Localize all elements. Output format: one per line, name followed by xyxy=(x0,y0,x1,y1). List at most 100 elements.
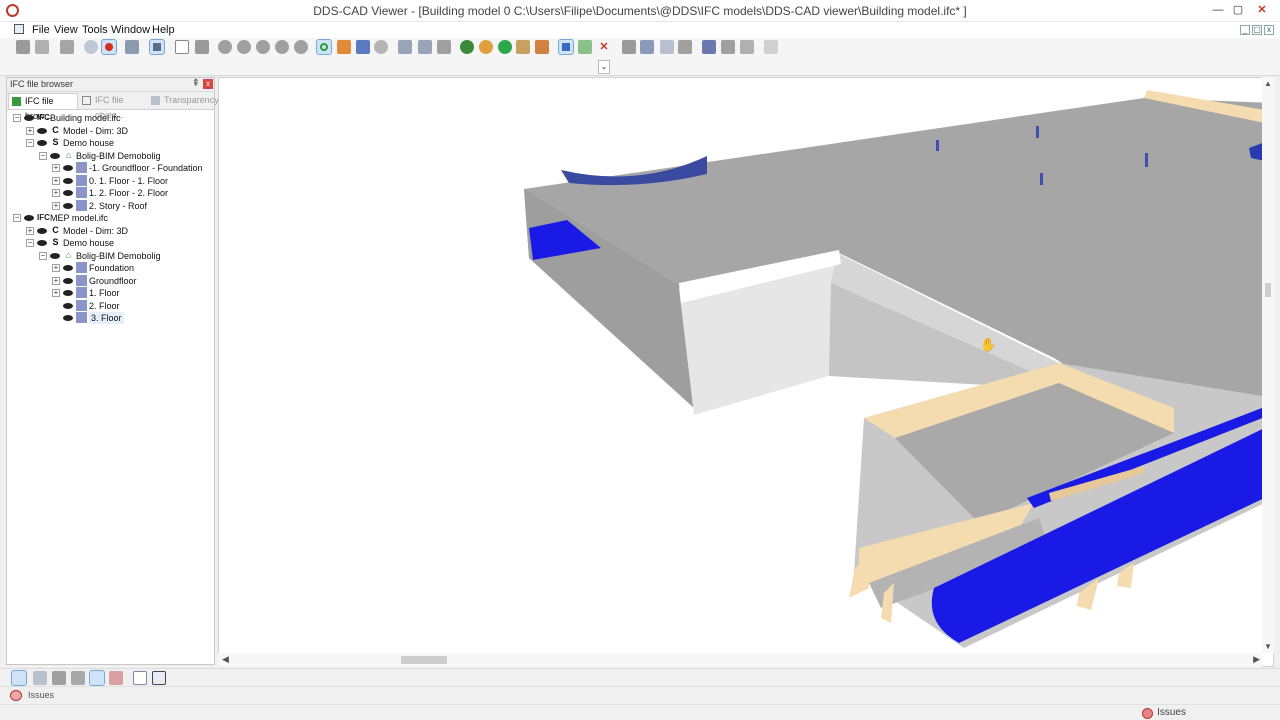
tree-view-icon[interactable] xyxy=(11,670,27,686)
expand-icon[interactable]: + xyxy=(52,264,60,272)
diagram-icon[interactable] xyxy=(109,671,123,685)
menu-tools[interactable]: Tools xyxy=(82,24,108,36)
eye-icon[interactable] xyxy=(24,215,34,221)
globe-icon[interactable] xyxy=(460,40,474,54)
cut-icon[interactable] xyxy=(578,40,592,54)
view-front-icon[interactable] xyxy=(237,40,251,54)
search-icon[interactable] xyxy=(374,40,388,54)
table-icon[interactable] xyxy=(721,40,735,54)
view-iso-icon[interactable] xyxy=(275,40,289,54)
eye-icon[interactable] xyxy=(63,203,73,209)
close-window-button[interactable]: ✕ xyxy=(1250,0,1274,20)
eye-icon[interactable] xyxy=(63,165,73,171)
document-icon[interactable] xyxy=(14,24,24,34)
panel-close-button[interactable]: x xyxy=(203,79,213,89)
refresh-icon[interactable] xyxy=(316,39,332,55)
mdi-minimize-button[interactable]: _ xyxy=(1240,25,1250,35)
expand-icon[interactable]: + xyxy=(26,227,34,235)
eye-icon[interactable] xyxy=(63,265,73,271)
fly-icon[interactable] xyxy=(356,40,370,54)
expand-icon[interactable]: + xyxy=(52,177,60,185)
scroll-up-icon[interactable]: ▲ xyxy=(1264,79,1272,88)
camera-icon[interactable] xyxy=(622,40,636,54)
pin-icon[interactable]: ⇞ xyxy=(192,78,200,89)
collapse-icon[interactable]: − xyxy=(26,139,34,147)
vertical-scroll-thumb[interactable] xyxy=(1265,283,1271,297)
view-side-icon[interactable] xyxy=(256,40,270,54)
collapse-icon[interactable]: − xyxy=(39,152,47,160)
scroll-right-icon[interactable]: ▶ xyxy=(1253,654,1260,665)
eye-icon[interactable] xyxy=(50,253,60,259)
zoom-window-icon[interactable] xyxy=(125,40,139,54)
section-icon[interactable] xyxy=(437,40,451,54)
collapse-icon[interactable]: − xyxy=(13,214,21,222)
dimension-icon[interactable] xyxy=(418,40,432,54)
menu-window[interactable]: Window xyxy=(111,24,150,36)
menu-help[interactable]: Help xyxy=(152,24,175,36)
maximize-button[interactable]: ▢ xyxy=(1226,0,1250,20)
open-icon[interactable] xyxy=(16,40,30,54)
record-icon[interactable] xyxy=(101,39,117,55)
save-icon[interactable] xyxy=(35,40,49,54)
expand-icon[interactable]: + xyxy=(52,289,60,297)
walk-icon[interactable] xyxy=(337,40,351,54)
eye-icon[interactable] xyxy=(37,128,47,134)
chevron-down-icon[interactable]: ⌄ xyxy=(598,60,610,74)
view-solid-icon[interactable] xyxy=(195,40,209,54)
properties-icon[interactable] xyxy=(535,40,549,54)
eye-icon[interactable] xyxy=(63,303,73,309)
filter-icon[interactable] xyxy=(71,671,85,685)
scroll-down-icon[interactable]: ▼ xyxy=(1264,642,1272,651)
expand-icon[interactable]: + xyxy=(52,189,60,197)
horizontal-scrollbar[interactable]: ◀ ▶ xyxy=(218,653,1262,667)
mdi-close-button[interactable]: x xyxy=(1264,25,1274,35)
box-view-icon[interactable] xyxy=(52,671,66,685)
select-mode-icon[interactable] xyxy=(149,39,165,55)
view-frame-icon[interactable] xyxy=(175,40,189,54)
tab-ifc-file-objects[interactable]: IFC file objec... xyxy=(79,93,147,120)
close-view-icon[interactable] xyxy=(152,671,166,685)
measure-icon[interactable] xyxy=(398,40,412,54)
scroll-left-icon[interactable]: ◀ xyxy=(222,654,229,665)
expand-icon[interactable]: + xyxy=(52,202,60,210)
chart-icon[interactable] xyxy=(764,40,778,54)
light-icon[interactable] xyxy=(479,40,493,54)
eye-icon[interactable] xyxy=(63,290,73,296)
play-icon[interactable] xyxy=(498,40,512,54)
copy-view-icon[interactable] xyxy=(660,40,674,54)
layers-icon[interactable] xyxy=(516,40,530,54)
eye-icon[interactable] xyxy=(37,240,47,246)
export-icon[interactable] xyxy=(702,40,716,54)
clip-box-icon[interactable] xyxy=(640,40,654,54)
menu-view[interactable]: View xyxy=(54,24,78,36)
tab-transparency[interactable]: Transparency xyxy=(148,93,219,109)
view-top-icon[interactable] xyxy=(218,40,232,54)
eye-icon[interactable] xyxy=(63,278,73,284)
collapse-icon[interactable]: − xyxy=(39,252,47,260)
expand-icon[interactable]: + xyxy=(52,164,60,172)
zoom-icon[interactable] xyxy=(84,40,98,54)
menu-file[interactable]: File xyxy=(32,24,50,36)
split-view-icon[interactable] xyxy=(89,670,105,686)
expand-icon[interactable]: + xyxy=(26,127,34,135)
issues-tab[interactable]: Issues xyxy=(10,690,54,701)
copy-icon[interactable] xyxy=(60,40,74,54)
horizontal-scroll-thumb[interactable] xyxy=(401,656,447,664)
list-icon[interactable] xyxy=(740,40,754,54)
vertical-scrollbar[interactable]: ▲ ▼ xyxy=(1262,77,1274,653)
status-issues[interactable]: Issues xyxy=(1142,707,1186,719)
eye-icon[interactable] xyxy=(37,228,47,234)
eye-icon[interactable] xyxy=(63,178,73,184)
3d-viewport[interactable]: ✋ xyxy=(218,77,1274,667)
filter-combo[interactable]: ⌄ xyxy=(8,60,610,74)
grid-view-icon[interactable] xyxy=(33,671,47,685)
expand-icon[interactable]: + xyxy=(52,277,60,285)
eye-icon[interactable] xyxy=(63,315,73,321)
eye-icon[interactable] xyxy=(63,190,73,196)
delete-icon[interactable]: ✕ xyxy=(597,40,611,54)
building-model-render[interactable]: ✋ xyxy=(219,78,1274,667)
grid-icon[interactable] xyxy=(678,40,692,54)
collapse-icon[interactable]: − xyxy=(26,239,34,247)
mdi-restore-button[interactable]: ▢ xyxy=(1252,25,1262,35)
collapse-icon[interactable]: − xyxy=(13,114,21,122)
